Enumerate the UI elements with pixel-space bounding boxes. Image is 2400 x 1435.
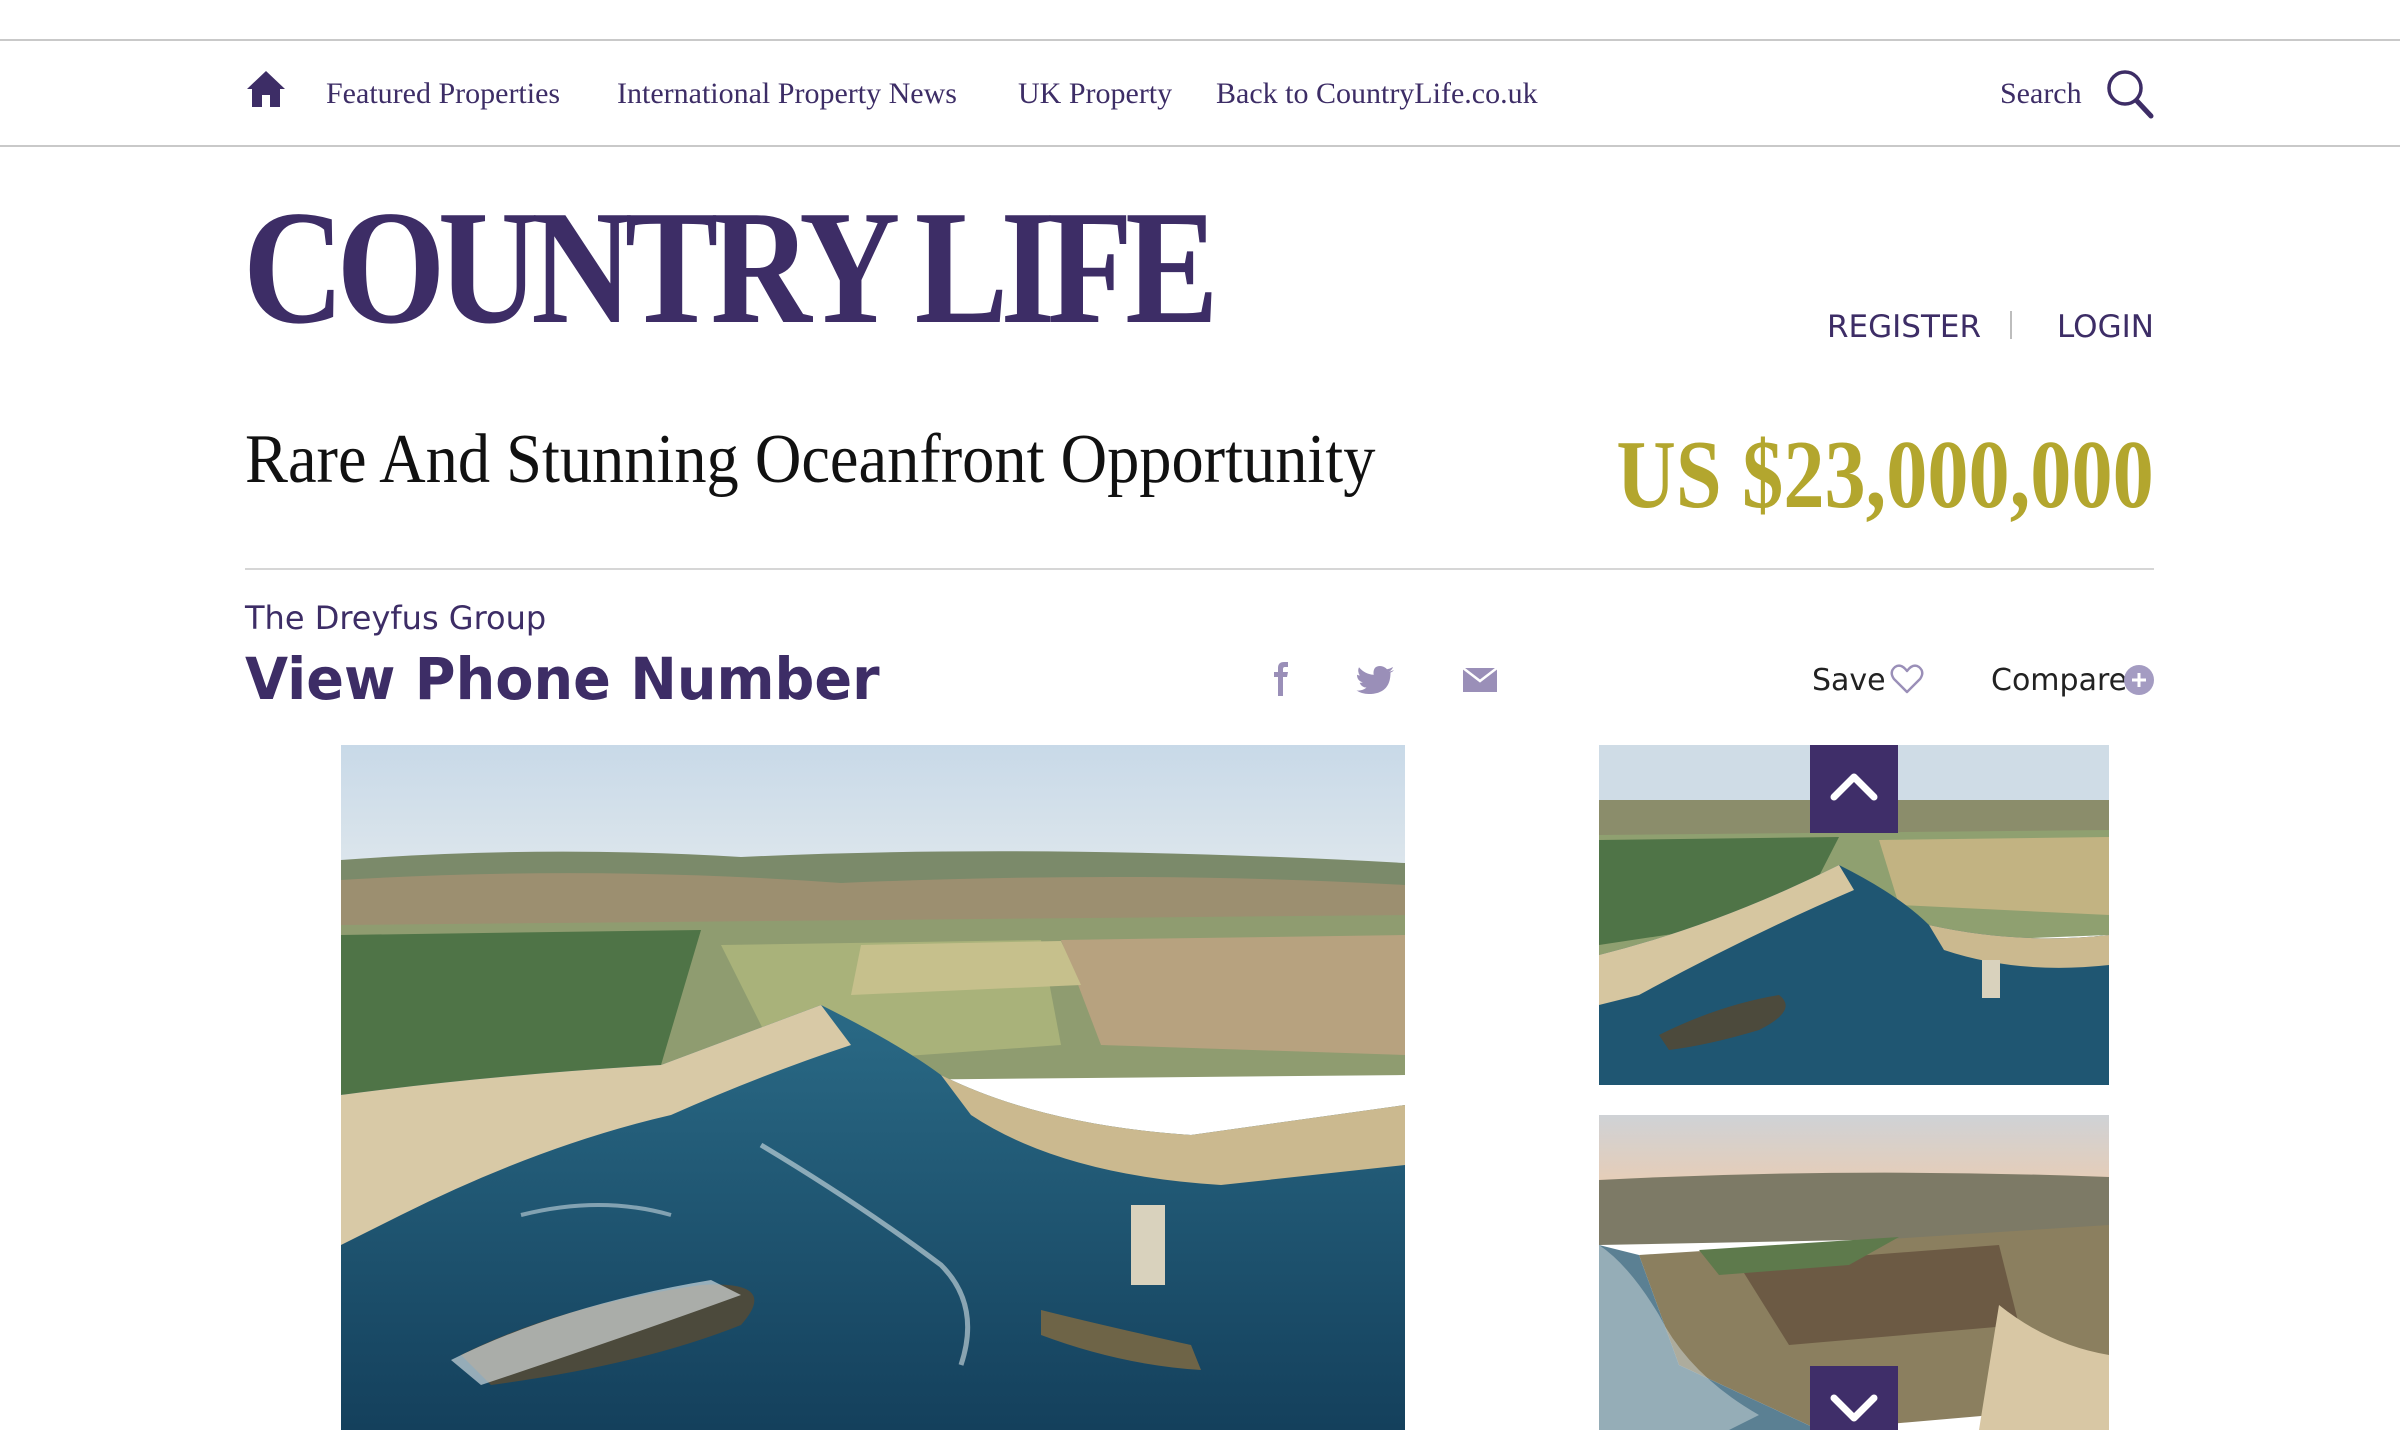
register-link[interactable]: REGISTER xyxy=(1827,307,1981,347)
nav-link-uk-property[interactable]: UK Property xyxy=(1018,74,1172,114)
search-icon[interactable] xyxy=(2105,68,2155,120)
aerial-coastline-photo xyxy=(341,745,1405,1430)
email-icon[interactable] xyxy=(1462,660,1498,704)
main-property-photo[interactable] xyxy=(341,745,1405,1430)
chevron-down-icon xyxy=(1830,1394,1878,1422)
listing-title: Rare And Stunning Oceanfront Opportunity xyxy=(245,421,1376,498)
agent-name[interactable]: The Dreyfus Group xyxy=(245,598,546,638)
account-divider xyxy=(2010,311,2012,339)
listing-price: US $23,000,000 xyxy=(1616,421,2154,529)
gallery-scroll-up-button[interactable] xyxy=(1810,745,1898,833)
compare-button[interactable]: Compare xyxy=(1991,661,2127,701)
login-link[interactable]: LOGIN xyxy=(2057,307,2154,347)
twitter-icon[interactable] xyxy=(1356,660,1396,704)
section-divider xyxy=(245,568,2154,570)
gallery-scroll-down-button[interactable] xyxy=(1810,1366,1898,1430)
facebook-icon[interactable] xyxy=(1270,660,1290,704)
plus-icon[interactable] xyxy=(2124,665,2154,695)
nav-link-featured-properties[interactable]: Featured Properties xyxy=(326,74,560,114)
chevron-up-icon xyxy=(1830,773,1878,801)
save-button[interactable]: Save xyxy=(1812,661,1886,701)
heart-icon[interactable] xyxy=(1890,662,1924,696)
nav-link-international-property-news[interactable]: International Property News xyxy=(617,74,957,114)
nav-link-back-to-countrylife[interactable]: Back to CountryLife.co.uk xyxy=(1216,74,1538,114)
search-label[interactable]: Search xyxy=(2000,74,2082,114)
site-logo[interactable]: COUNTRY LIFE xyxy=(243,187,1219,350)
view-phone-number-link[interactable]: View Phone Number xyxy=(245,644,880,714)
home-icon[interactable] xyxy=(245,69,287,109)
